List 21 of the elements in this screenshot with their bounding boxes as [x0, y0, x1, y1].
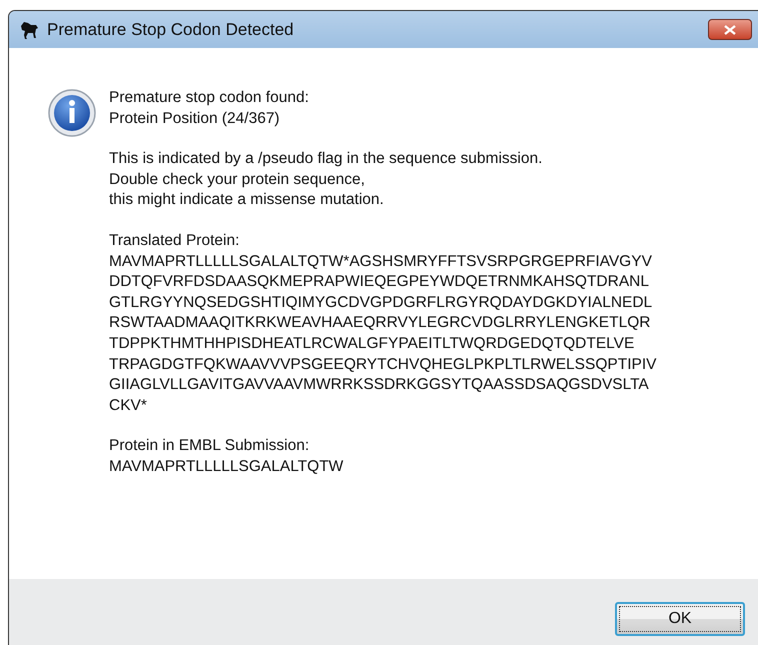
sequence-line: TDPPKTHMTHHPISDHEATLRCWALGFYPAEITLTWQRDGEDQTQDTELVE — [109, 334, 636, 354]
section-label: Translated Protein: — [109, 230, 240, 251]
sequence-line: TRPAGDGTFQKWAAVVVPSGEEQRYTCHVQHEGLPKPLTLRWELSSQPTIPIV — [109, 354, 657, 375]
message-text: Double check your protein sequence, — [109, 170, 366, 190]
sequence-line: CKV* — [109, 396, 148, 416]
info-icon — [47, 88, 97, 138]
sequence-line: GIIAGLVLLGAVITGAVVAAVMWRRKSSDRKGGSYTQAASSDSAQGSDVSLTA — [109, 375, 650, 396]
sequence-line: GTLRGYYNQSEDGSHTIQIMYGCDVGPDGRFLRGYRQDAYDGKDYIALNEDL — [109, 292, 654, 313]
sequence-line: RSWTAADMAAQITKRKWEAVHAAEQRRVYLEGRCVDGLRRYLENGKETLQR — [109, 313, 652, 334]
close-icon — [724, 24, 736, 34]
message-text: Premature stop codon found: — [109, 88, 310, 108]
sequence-line: MAVMAPRTLLLLLSGALALTQTW*AGSHSMRYFFTSVSRPGRGEPRFIAVGYV — [109, 252, 653, 272]
section-label: Protein in EMBL Submission: — [109, 436, 310, 456]
window-title: Premature Stop Codon Detected — [47, 20, 295, 40]
sequence-line: DDTQFVRFDSDAASQKMEPRAPWIEQEGPEYWDQETRNMKAHSQTDRANL — [109, 272, 650, 292]
sequence-line: MAVMAPRTLLLLLSGALALTQTW — [109, 456, 344, 477]
message-text: This is indicated by a /pseudo flag in the sequence submission. — [109, 149, 544, 170]
message-text: this might indicate a missense mutation. — [109, 190, 385, 210]
close-button[interactable] — [708, 19, 752, 40]
ok-button[interactable]: OK — [615, 602, 745, 636]
message-text: Protein Position (24/367) — [109, 108, 281, 129]
